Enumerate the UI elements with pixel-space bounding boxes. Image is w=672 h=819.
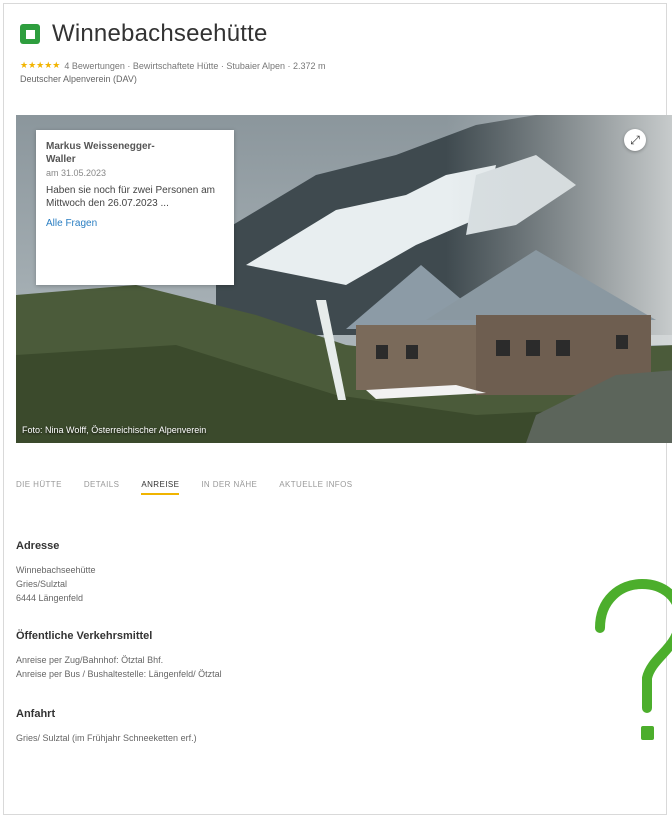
tab-aktuelle-infos[interactable]: AKTUELLE INFOS: [279, 476, 352, 495]
address-section: Adresse Winnebachseehütte Gries/Sulztal …: [16, 540, 96, 605]
photo-caption: Foto: Nina Wolff, Österreichischer Alpen…: [22, 425, 207, 435]
transport-line: Anreise per Bus / Bushaltestelle: Längen…: [16, 669, 222, 679]
hut-meta: 4 Bewertungen · Bewirtschaftete Hütte · …: [64, 60, 326, 71]
question-date: am 31.05.2023: [46, 168, 107, 178]
tab-die-huette[interactable]: DIE HÜTTE: [16, 476, 62, 495]
page-title: Winnebachseehütte: [52, 20, 268, 47]
question-mark-icon: [595, 578, 672, 740]
approach-lines: Gries/ Sulztal (im Frühjahr Schneeketten…: [16, 731, 197, 745]
tab-details[interactable]: DETAILS: [84, 476, 120, 495]
tab-bar: DIE HÜTTE DETAILS ANREISE IN DER NÄHE AK…: [16, 476, 374, 495]
question-author: Markus Weissenegger- Waller: [46, 141, 155, 165]
section-club[interactable]: Deutscher Alpenverein (DAV): [20, 74, 666, 84]
address-line: Gries/Sulztal: [16, 579, 68, 589]
transport-lines: Anreise per Zug/Bahnhof: Ötztal Bhf. Anr…: [16, 653, 222, 681]
address-title: Adresse: [16, 540, 60, 552]
all-questions-link[interactable]: Alle Fragen: [46, 218, 224, 229]
question-card[interactable]: Markus Weissenegger- Waller am 31.05.202…: [36, 130, 234, 285]
approach-section: Anfahrt Gries/ Sulztal (im Frühjahr Schn…: [16, 708, 197, 745]
hero-image[interactable]: Markus Weissenegger- Waller am 31.05.202…: [16, 115, 672, 443]
expand-icon[interactable]: ⤢: [624, 129, 646, 151]
approach-title: Anfahrt: [16, 708, 56, 720]
address-line: 6444 Längenfeld: [16, 593, 84, 603]
address-lines: Winnebachseehütte Gries/Sulztal 6444 Län…: [16, 563, 96, 605]
hut-icon: [20, 24, 40, 44]
address-line: Winnebachseehütte: [16, 565, 96, 575]
transport-title: Öffentliche Verkehrsmittel: [16, 630, 153, 642]
rating-stars[interactable]: ★★★★★: [20, 60, 60, 71]
approach-line: Gries/ Sulztal (im Frühjahr Schneeketten…: [16, 733, 197, 743]
hut-header: Winnebachseehütte ★★★★★ 4 Bewertungen · …: [20, 20, 666, 84]
title-row: Winnebachseehütte: [20, 20, 666, 48]
question-text: Haben sie noch für zwei Personen am Mitt…: [46, 185, 215, 209]
transport-section: Öffentliche Verkehrsmittel Anreise per Z…: [16, 630, 222, 681]
transport-line: Anreise per Zug/Bahnhof: Ötztal Bhf.: [16, 655, 164, 665]
meta-row: ★★★★★ 4 Bewertungen · Bewirtschaftete Hü…: [20, 60, 666, 71]
tab-anreise[interactable]: ANREISE: [141, 476, 180, 495]
tab-in-der-naehe[interactable]: IN DER NÄHE: [201, 476, 257, 495]
